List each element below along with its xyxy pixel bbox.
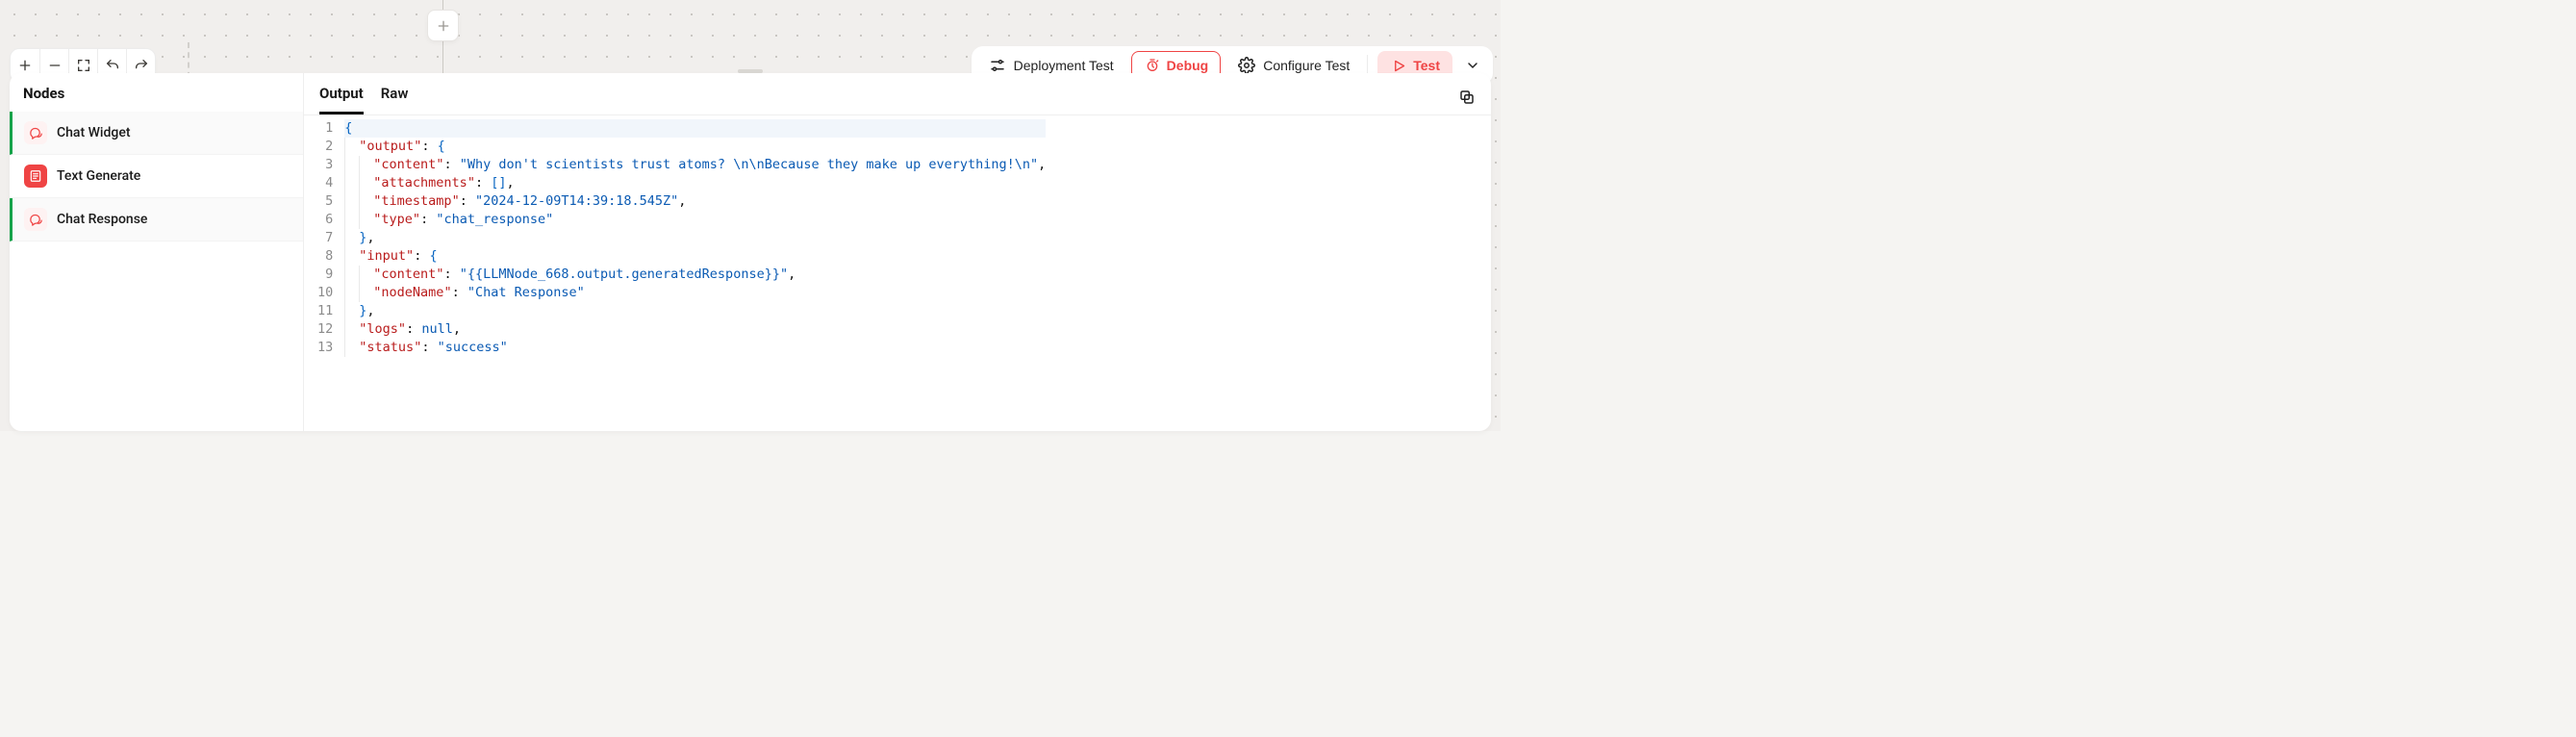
stopwatch-icon (1144, 57, 1161, 74)
line-number: 2 (317, 138, 333, 156)
code-line: "content": "{{LLMNode_668.output.generat… (344, 266, 1046, 284)
line-number: 5 (317, 192, 333, 211)
line-number: 11 (317, 302, 333, 320)
fullscreen-icon (76, 58, 91, 73)
add-node-button[interactable] (427, 10, 459, 41)
code-line: { (344, 119, 1046, 138)
line-number: 12 (317, 320, 333, 339)
node-item[interactable]: Chat Widget (10, 112, 303, 155)
deployment-test-label: Deployment Test (1014, 58, 1114, 73)
line-number: 4 (317, 174, 333, 192)
minus-icon (47, 58, 63, 73)
copy-button[interactable] (1454, 85, 1479, 110)
text-generate-icon (24, 165, 47, 188)
undo-icon (105, 58, 120, 73)
line-number: 7 (317, 229, 333, 247)
gear-icon (1238, 57, 1255, 74)
line-number: 13 (317, 339, 333, 357)
code-source: {"output": {"content": "Why don't scient… (341, 115, 1046, 431)
test-label: Test (1413, 58, 1440, 73)
redo-icon (134, 58, 149, 73)
configure-test-label: Configure Test (1263, 58, 1350, 73)
line-number: 6 (317, 211, 333, 229)
code-line: "output": { (344, 138, 1046, 156)
tab-output[interactable]: Output (319, 79, 364, 114)
nodes-title: Nodes (10, 73, 303, 112)
node-item[interactable]: Chat Response (10, 198, 303, 241)
tabs-bar: Output Raw (304, 73, 1491, 115)
code-viewer[interactable]: 12345678910111213 {"output": {"content":… (304, 115, 1491, 431)
chevron-down-icon (1465, 58, 1480, 73)
code-line: "nodeName": "Chat Response" (344, 284, 1046, 302)
line-gutter: 12345678910111213 (304, 115, 341, 431)
debug-label: Debug (1167, 58, 1209, 73)
line-number: 10 (317, 284, 333, 302)
code-line: "content": "Why don't scientists trust a… (344, 156, 1046, 174)
plus-icon (17, 58, 33, 73)
node-item-label: Text Generate (57, 168, 140, 184)
sliders-icon (989, 57, 1006, 74)
node-item-label: Chat Response (57, 212, 147, 227)
code-line: }, (344, 302, 1046, 320)
code-line: "attachments": [], (344, 174, 1046, 192)
nodes-list: Chat Widget Text Generate Chat Response (10, 112, 303, 241)
test-menu-toggle[interactable] (1462, 58, 1483, 73)
output-panel: Nodes Chat Widget Text Generate Chat Respo… (10, 73, 1491, 431)
line-number: 9 (317, 266, 333, 284)
chat-bubbles-icon (24, 208, 47, 231)
chat-bubbles-icon (24, 121, 47, 144)
code-line: "type": "chat_response" (344, 211, 1046, 229)
line-number: 8 (317, 247, 333, 266)
code-line: "timestamp": "2024-12-09T14:39:18.545Z", (344, 192, 1046, 211)
node-item[interactable]: Text Generate (10, 155, 303, 198)
code-line: "logs": null, (344, 320, 1046, 339)
play-icon (1390, 57, 1407, 74)
code-line: "status": "success" (344, 339, 1046, 357)
main-area: Output Raw 12345678910111213 {"output": … (304, 73, 1491, 431)
line-number: 1 (317, 119, 333, 138)
plus-icon (436, 18, 451, 34)
node-item-label: Chat Widget (57, 125, 131, 140)
nodes-sidebar: Nodes Chat Widget Text Generate Chat Respo… (10, 73, 304, 431)
code-line: "input": { (344, 247, 1046, 266)
tab-raw[interactable]: Raw (381, 79, 409, 114)
code-line: }, (344, 229, 1046, 247)
line-number: 3 (317, 156, 333, 174)
copy-icon (1458, 89, 1476, 106)
